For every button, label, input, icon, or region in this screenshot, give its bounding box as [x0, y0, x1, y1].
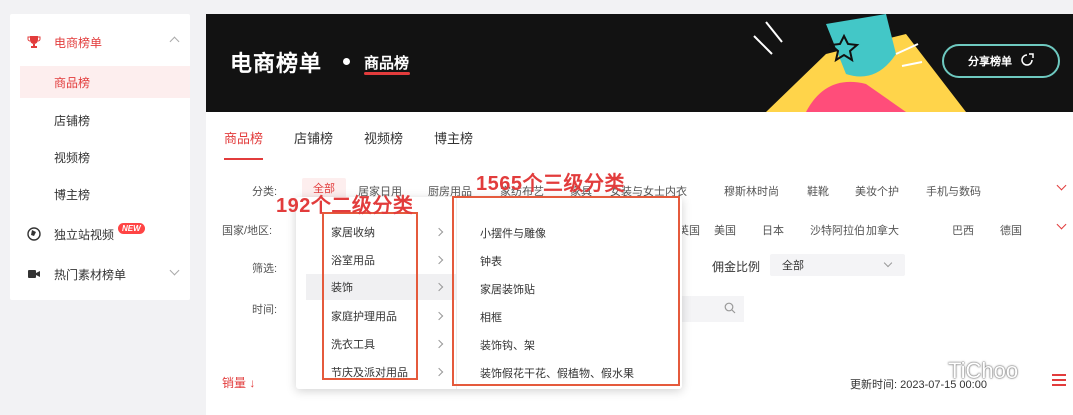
- sidebar: 电商榜单 商品榜 店铺榜 视频榜 博主榜 独立站视频 NEW 热门素材榜单: [10, 14, 190, 300]
- sort-by-sales[interactable]: 销量 ↓: [222, 374, 255, 391]
- search-box[interactable]: [676, 296, 744, 322]
- sidebar-group-label: 独立站视频: [54, 227, 115, 242]
- country-label: 国家/地区:: [222, 225, 273, 237]
- banner-underline: [364, 72, 410, 75]
- category-chip[interactable]: 鞋靴: [807, 183, 829, 199]
- chevron-down-icon: [883, 258, 893, 268]
- category-chip[interactable]: 美妆个护: [855, 183, 899, 199]
- arrow-down-icon: ↓: [249, 376, 256, 390]
- tab-stores[interactable]: 店铺榜: [294, 128, 333, 162]
- list-view-icon[interactable]: [1052, 374, 1066, 388]
- country-chip[interactable]: 巴西: [952, 222, 974, 238]
- category-chip[interactable]: 穆斯林时尚: [724, 183, 779, 199]
- chevron-right-icon: [434, 282, 444, 292]
- video-icon: [26, 266, 42, 282]
- annotation-box-level3: [452, 196, 680, 386]
- sidebar-group-ecommerce[interactable]: 电商榜单: [10, 22, 190, 62]
- sidebar-group-label: 热门素材榜单: [54, 267, 127, 282]
- share-button-label: 分享榜单: [968, 56, 1012, 68]
- country-chip[interactable]: 日本: [762, 222, 784, 238]
- commission-select-value: 全部: [782, 260, 804, 272]
- tab-bar: 商品榜 店铺榜 视频榜 博主榜: [224, 128, 504, 162]
- tab-products[interactable]: 商品榜: [224, 128, 264, 162]
- chevron-down-icon: [169, 265, 180, 276]
- trophy-icon: [26, 34, 42, 50]
- chevron-right-icon: [434, 227, 444, 237]
- country-chip[interactable]: 沙特阿拉伯: [810, 222, 865, 238]
- banner-dot: [343, 58, 350, 65]
- category-chip[interactable]: 手机与数码: [926, 183, 981, 199]
- sidebar-group-label: 电商榜单: [54, 35, 103, 50]
- chevron-right-icon: [434, 255, 444, 265]
- commission-select[interactable]: 全部: [770, 254, 905, 276]
- chevron-right-icon: [434, 339, 444, 349]
- sidebar-group-hot-materials[interactable]: 热门素材榜单: [10, 254, 190, 294]
- new-badge: NEW: [118, 222, 145, 234]
- chevron-right-icon: [434, 367, 444, 377]
- wechat-icon: [918, 358, 942, 384]
- category-label: 分类:: [252, 186, 278, 198]
- sidebar-item-videos[interactable]: 视频榜: [20, 141, 190, 173]
- watermark-text: TiChoo: [948, 358, 1019, 383]
- banner-title: 电商榜单: [230, 51, 323, 76]
- commission-label: 佣金比例: [712, 260, 761, 274]
- banner-subtitle: 商品榜: [364, 55, 410, 72]
- annotation-box-level2: [322, 212, 418, 380]
- screen-label: 筛选:: [252, 263, 278, 275]
- country-chip[interactable]: 加拿大: [866, 222, 899, 238]
- time-label: 时间:: [252, 304, 278, 316]
- sort-label: 销量: [222, 376, 247, 390]
- sidebar-group-standalone-video[interactable]: 独立站视频 NEW: [10, 214, 190, 254]
- share-button[interactable]: 分享榜单: [942, 44, 1060, 78]
- annotation-label-level2: 192个二级分类: [276, 195, 414, 217]
- annotation-label-level3: 1565个三级分类: [476, 173, 625, 195]
- watermark: TiChoo: [918, 358, 1018, 384]
- sidebar-item-products[interactable]: 商品榜: [20, 66, 190, 98]
- banner: 电商榜单 商品榜 分享榜单: [206, 14, 1073, 112]
- tab-creators[interactable]: 博主榜: [434, 128, 473, 162]
- country-chip[interactable]: 美国: [714, 222, 736, 238]
- chevron-right-icon: [434, 311, 444, 321]
- sidebar-item-creators[interactable]: 博主榜: [20, 178, 190, 210]
- search-icon: [724, 302, 736, 317]
- globe-icon: [26, 226, 42, 242]
- sidebar-item-stores[interactable]: 店铺榜: [20, 104, 190, 136]
- chevron-up-icon: [169, 36, 180, 47]
- country-chip[interactable]: 德国: [1000, 222, 1022, 238]
- tab-videos[interactable]: 视频榜: [364, 128, 403, 162]
- share-icon: [1020, 52, 1034, 70]
